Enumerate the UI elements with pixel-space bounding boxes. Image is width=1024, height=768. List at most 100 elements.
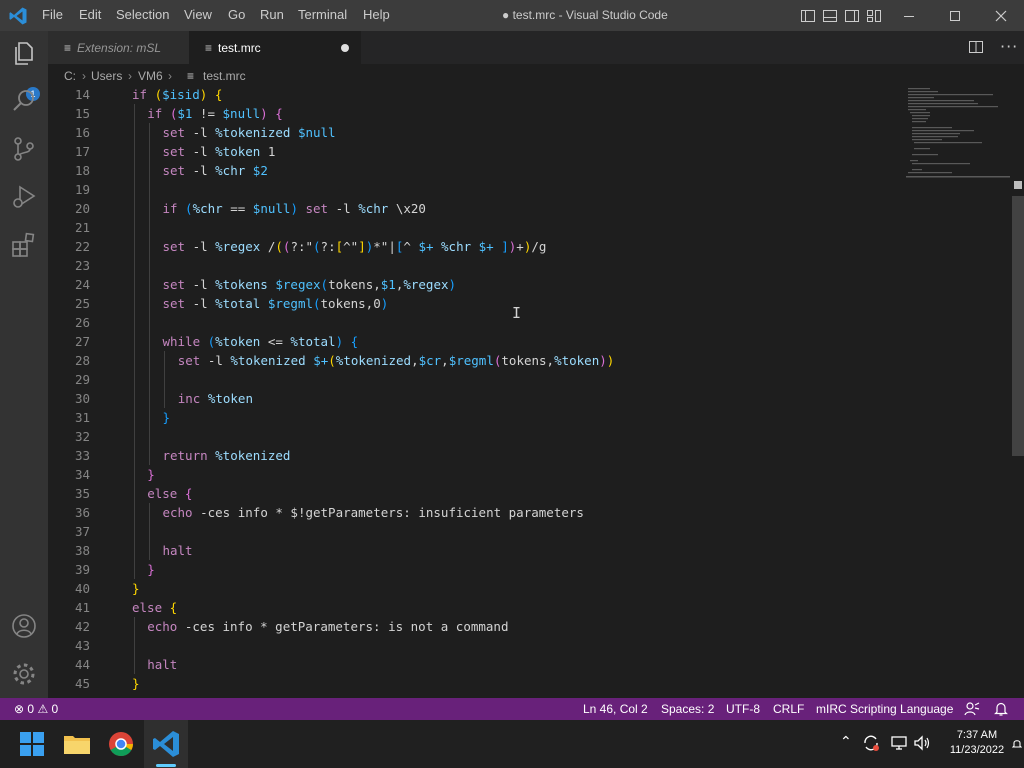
menu-edit[interactable]: Edit	[79, 7, 101, 22]
maximize-button[interactable]	[932, 0, 978, 31]
more-actions-icon[interactable]: ···	[1000, 37, 1018, 56]
source-control-icon[interactable]	[10, 135, 38, 163]
customize-layout-icon[interactable]	[866, 8, 882, 24]
taskbar-active-app[interactable]	[144, 720, 188, 768]
windows-start-icon[interactable]	[16, 728, 48, 760]
menu-view[interactable]: View	[184, 7, 212, 22]
volume-icon[interactable]	[913, 735, 931, 751]
scrollbar-thumb[interactable]	[1012, 196, 1024, 456]
code-line: 34}	[48, 465, 908, 484]
toggle-primary-sidebar-icon[interactable]	[800, 8, 816, 24]
explorer-icon[interactable]	[10, 39, 38, 67]
menu-file[interactable]: File	[42, 7, 63, 22]
chrome-icon[interactable]	[105, 728, 137, 760]
code-token: 1	[267, 144, 276, 159]
line-number: 37	[74, 524, 90, 539]
code-line: 15 if ($1 != $null) {	[48, 104, 908, 123]
file-explorer-icon[interactable]	[61, 728, 93, 760]
tab-label: test.mrc	[218, 40, 261, 55]
code-token: if	[147, 106, 170, 121]
code-token: -l	[192, 144, 216, 159]
line-number: 39	[74, 562, 90, 577]
indent-guide	[134, 313, 135, 332]
minimap[interactable]	[906, 86, 1010, 178]
code-token: !=	[192, 106, 223, 121]
accounts-icon[interactable]	[10, 612, 38, 640]
taskbar-clock[interactable]: 7:37 AM 11/23/2022	[946, 728, 1008, 758]
tab-test-mrc[interactable]: ≡ test.mrc	[189, 31, 361, 64]
vscode-logo-icon[interactable]	[8, 6, 28, 26]
indent-guide	[134, 541, 135, 560]
code-token: echo	[147, 619, 185, 634]
extensions-icon[interactable]	[10, 231, 38, 259]
menu-selection[interactable]: Selection	[116, 7, 169, 22]
line-number: 34	[74, 467, 90, 482]
search-icon[interactable]	[10, 87, 38, 115]
code-line: 30 inc %token	[48, 389, 908, 408]
close-window-button[interactable]	[978, 0, 1024, 31]
menu-go[interactable]: Go	[228, 7, 245, 22]
run-debug-icon[interactable]	[10, 183, 38, 211]
code-line: 32	[48, 427, 908, 446]
indentation-status[interactable]: Spaces: 2	[661, 702, 714, 716]
code-line: 19	[48, 180, 908, 199]
code-token: ]	[358, 239, 366, 254]
activity-bar: 1	[0, 31, 48, 698]
toggle-secondary-sidebar-icon[interactable]	[844, 8, 860, 24]
code-token: ==	[222, 201, 253, 216]
unsaved-dot-icon[interactable]	[341, 44, 349, 52]
sync-alert-icon[interactable]	[862, 734, 880, 752]
tab-extension-msl[interactable]: ≡ Extension: mSL	[48, 31, 189, 64]
line-number: 26	[74, 315, 90, 330]
notifications-bell-icon[interactable]	[994, 701, 1008, 717]
encoding-status[interactable]: UTF-8	[726, 702, 760, 716]
menu-help[interactable]: Help	[363, 7, 390, 22]
code-token: halt	[162, 543, 193, 558]
network-icon[interactable]	[890, 735, 908, 751]
scrollbar-thumb-marker[interactable]	[1014, 181, 1022, 189]
feedback-icon[interactable]	[964, 701, 980, 717]
line-code: }	[132, 579, 140, 598]
settings-gear-icon[interactable]	[10, 660, 38, 688]
notification-center-icon[interactable]	[1012, 736, 1022, 752]
code-token: if	[132, 87, 155, 102]
code-line: 36 echo -ces info * $!getParameters: insu…	[48, 503, 908, 522]
close-icon	[995, 10, 1007, 21]
code-line: 16 set -l %tokenized $null	[48, 123, 908, 142]
tray-chevron-up-icon[interactable]: ⌃	[840, 734, 852, 750]
code-token: %tokenized	[335, 353, 412, 368]
code-editor[interactable]: 14 if ($isid) {15 if ($1 != $null) {16 set …	[48, 86, 1008, 698]
code-token: ,	[441, 353, 449, 368]
line-code: else {	[147, 484, 192, 503]
breadcrumb-file[interactable]: test.mrc	[203, 69, 246, 83]
split-editor-icon[interactable]	[968, 39, 984, 55]
breadcrumb-users[interactable]: Users	[91, 69, 122, 83]
menu-run[interactable]: Run	[260, 7, 284, 22]
cursor-position[interactable]: Ln 46, Col 2	[583, 702, 648, 716]
toggle-panel-icon[interactable]	[822, 8, 838, 24]
menu-terminal[interactable]: Terminal	[298, 7, 347, 22]
problems-status[interactable]: ⊗ 0 ⚠ 0	[14, 702, 58, 716]
code-token: )	[599, 353, 607, 368]
file-lines-icon: ≡	[205, 40, 213, 55]
code-token: %total	[290, 334, 336, 349]
code-line: 35 else {	[48, 484, 908, 503]
code-token: ^"	[343, 239, 359, 254]
indent-guide	[134, 256, 135, 275]
line-code: set -l %tokens $regex(tokens,$1,%regex)	[162, 275, 456, 294]
breadcrumb-drive[interactable]: C:	[64, 69, 76, 83]
breadcrumb-vm6[interactable]: VM6	[138, 69, 163, 83]
indent-guide	[149, 332, 151, 351]
indent-guide	[134, 484, 135, 503]
text-cursor-ibeam-icon: I	[512, 304, 522, 322]
indent-guide	[149, 541, 151, 560]
code-token: *"|	[373, 239, 396, 254]
minimize-button[interactable]	[886, 0, 932, 31]
indent-guide	[134, 275, 135, 294]
editor-scrollbar[interactable]	[1010, 86, 1024, 698]
indent-guide	[134, 180, 135, 199]
line-code: if ($isid) {	[132, 86, 222, 104]
code-token: $regex	[275, 277, 321, 292]
eol-status[interactable]: CRLF	[773, 702, 804, 716]
language-mode[interactable]: mIRC Scripting Language	[816, 702, 953, 716]
